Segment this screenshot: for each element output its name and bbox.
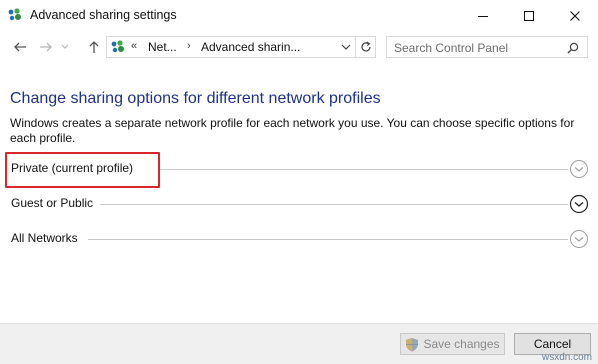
arrow-right-icon bbox=[40, 42, 52, 52]
search-input[interactable]: Search Control Panel bbox=[386, 36, 588, 58]
back-button[interactable] bbox=[10, 37, 30, 57]
network-icon bbox=[8, 8, 21, 21]
refresh-button[interactable] bbox=[356, 36, 376, 58]
section-label[interactable]: All Networks bbox=[11, 231, 78, 245]
chevron-down-circle-icon[interactable] bbox=[569, 159, 589, 179]
section-label[interactable]: Guest or Public bbox=[11, 196, 93, 210]
page-title: Change sharing options for different net… bbox=[10, 90, 381, 107]
window-title: Advanced sharing settings bbox=[30, 8, 177, 22]
save-changes-button[interactable]: Save changes bbox=[400, 333, 505, 355]
page-description: Windows creates a separate network profi… bbox=[10, 116, 575, 145]
highlight-box bbox=[5, 152, 160, 188]
chevron-down-circle-icon[interactable] bbox=[569, 229, 589, 249]
search-icon[interactable] bbox=[567, 42, 579, 54]
chevron-down-icon[interactable] bbox=[340, 41, 352, 53]
breadcrumb-overflow[interactable]: « bbox=[131, 40, 137, 52]
close-button[interactable] bbox=[552, 0, 598, 32]
breadcrumb-item[interactable]: Net... bbox=[148, 40, 177, 54]
chevron-down-icon bbox=[61, 44, 69, 49]
section-divider bbox=[160, 169, 568, 170]
forward-button[interactable] bbox=[36, 37, 56, 57]
section-all-networks[interactable]: All Networks bbox=[0, 227, 598, 251]
address-bar[interactable]: « Net... › Advanced sharin... bbox=[106, 36, 356, 58]
minimize-icon bbox=[478, 16, 488, 17]
section-guest-public[interactable]: Guest or Public bbox=[0, 192, 598, 216]
close-icon bbox=[570, 11, 580, 21]
section-divider bbox=[88, 239, 568, 240]
breadcrumb-item[interactable]: Advanced sharin... bbox=[201, 40, 300, 54]
chevron-down-circle-icon[interactable] bbox=[569, 194, 589, 214]
save-changes-label: Save changes bbox=[423, 337, 500, 351]
maximize-button[interactable] bbox=[506, 0, 552, 32]
watermark: wsxdn.com bbox=[541, 352, 592, 363]
arrow-left-icon bbox=[14, 42, 26, 52]
recent-locations-button[interactable] bbox=[58, 37, 72, 57]
minimize-button[interactable] bbox=[460, 0, 506, 32]
title-bar: Advanced sharing settings bbox=[0, 0, 598, 32]
arrow-up-icon bbox=[89, 41, 99, 53]
up-button[interactable] bbox=[84, 37, 104, 57]
maximize-icon bbox=[524, 11, 534, 21]
breadcrumb-separator[interactable]: › bbox=[187, 40, 191, 52]
network-icon bbox=[111, 40, 124, 53]
footer-bar: Save changes Cancel bbox=[0, 323, 598, 364]
search-placeholder: Search Control Panel bbox=[394, 41, 509, 55]
uac-shield-icon bbox=[406, 337, 419, 351]
refresh-icon bbox=[360, 41, 371, 52]
section-divider bbox=[100, 204, 568, 205]
